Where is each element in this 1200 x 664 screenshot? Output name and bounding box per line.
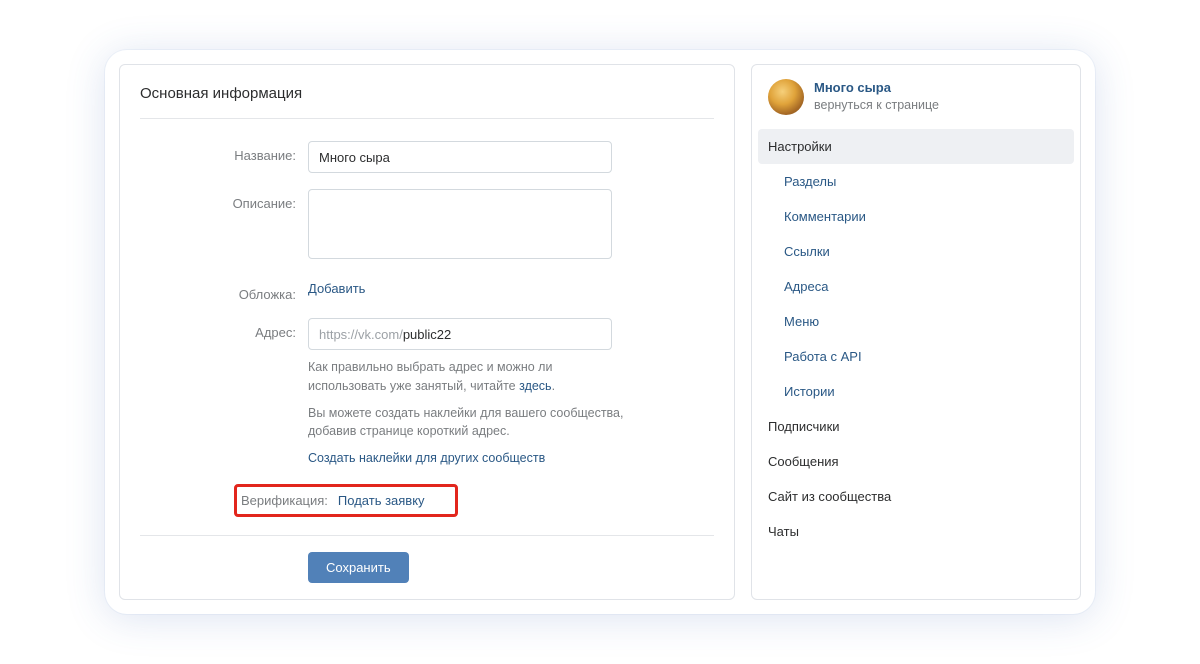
- sidebar-card: Много сыра вернуться к странице Настройк…: [751, 64, 1081, 600]
- address-prefix: https://vk.com/: [319, 327, 403, 342]
- sidebar-item-9[interactable]: Сообщения: [758, 444, 1074, 479]
- label-name: Название:: [140, 141, 308, 163]
- address-help-1: Как правильно выбрать адрес и можно ли и…: [308, 358, 628, 396]
- sidebar-item-10[interactable]: Сайт из сообщества: [758, 479, 1074, 514]
- community-avatar: [768, 79, 804, 115]
- save-button[interactable]: Сохранить: [308, 552, 409, 583]
- sidebar-item-6[interactable]: Работа с API: [758, 339, 1074, 374]
- add-cover-link[interactable]: Добавить: [308, 281, 365, 296]
- divider: [140, 118, 714, 119]
- label-verification: Верификация:: [241, 493, 328, 508]
- address-help-link-here[interactable]: здесь: [519, 379, 551, 393]
- address-help-2: Вы можете создать наклейки для вашего со…: [308, 404, 628, 442]
- return-to-page-link[interactable]: вернуться к странице: [814, 97, 939, 113]
- description-textarea[interactable]: [308, 189, 612, 259]
- sidebar-item-8[interactable]: Подписчики: [758, 409, 1074, 444]
- address-help-1b: .: [552, 379, 555, 393]
- verification-highlight: Верификация: Подать заявку: [234, 484, 458, 517]
- main-settings-card: Основная информация Название: Описание: …: [119, 64, 735, 600]
- sidebar-item-11[interactable]: Чаты: [758, 514, 1074, 549]
- card-title: Основная информация: [140, 85, 714, 102]
- divider-bottom: [140, 535, 714, 536]
- sidebar-item-1[interactable]: Разделы: [758, 164, 1074, 199]
- app-window: Основная информация Название: Описание: …: [105, 50, 1095, 614]
- sidebar-item-7[interactable]: Истории: [758, 374, 1074, 409]
- address-input[interactable]: [403, 327, 601, 342]
- row-description: Описание:: [140, 189, 714, 264]
- address-help-1a: Как правильно выбрать адрес и можно ли и…: [308, 360, 552, 393]
- sidebar-header[interactable]: Много сыра вернуться к странице: [752, 65, 1080, 125]
- sidebar-item-5[interactable]: Меню: [758, 304, 1074, 339]
- sidebar-item-0[interactable]: Настройки: [758, 129, 1074, 164]
- sidebar-item-4[interactable]: Адреса: [758, 269, 1074, 304]
- create-stickers-link[interactable]: Создать наклейки для других сообществ: [308, 451, 545, 465]
- sidebar-item-2[interactable]: Комментарии: [758, 199, 1074, 234]
- sidebar-item-3[interactable]: Ссылки: [758, 234, 1074, 269]
- row-verification: Верификация: Подать заявку: [240, 484, 714, 517]
- submit-verification-link[interactable]: Подать заявку: [338, 493, 425, 508]
- label-description: Описание:: [140, 189, 308, 211]
- community-name: Много сыра: [814, 80, 939, 97]
- label-address: Адрес:: [140, 318, 308, 340]
- label-cover: Обложка:: [140, 280, 308, 302]
- sidebar-nav: НастройкиРазделыКомментарииСсылкиАдресаМ…: [752, 125, 1080, 557]
- row-name: Название:: [140, 141, 714, 173]
- row-cover: Обложка: Добавить: [140, 280, 714, 302]
- row-address: Адрес: https://vk.com/ Как правильно выб…: [140, 318, 714, 468]
- address-input-wrap[interactable]: https://vk.com/: [308, 318, 612, 350]
- save-row: Сохранить: [140, 552, 714, 583]
- name-input[interactable]: [308, 141, 612, 173]
